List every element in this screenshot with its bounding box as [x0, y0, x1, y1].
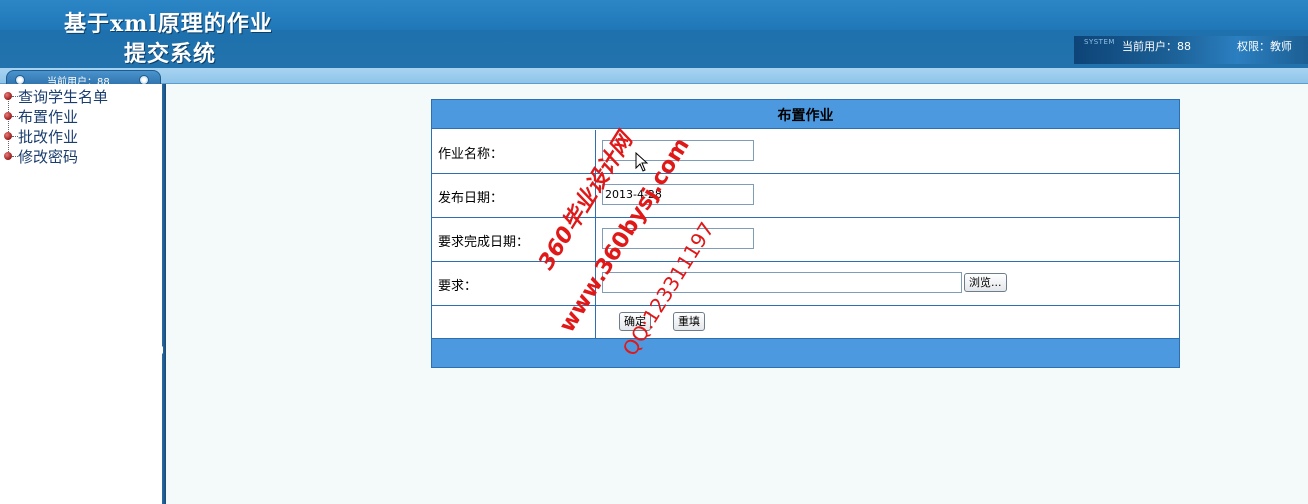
role-label: 权限：教师	[1237, 40, 1292, 53]
user-info-bar: SYSTEM 当前用户：88 权限：教师	[1074, 36, 1308, 64]
header-banner: 基于xml原理的作业 提交系统 SYSTEM 当前用户：88 权限：教师	[0, 0, 1308, 68]
form-header: 布置作业	[432, 100, 1179, 129]
sidebar-item-change-password[interactable]: 修改密码	[4, 146, 108, 166]
sub-bar	[0, 68, 1308, 84]
reset-button[interactable]: 重填	[673, 312, 705, 331]
form-title: 布置作业	[777, 108, 834, 124]
form-row-publish-date: 发布日期：	[432, 174, 1179, 218]
form-row-actions: 确定 重填	[432, 306, 1179, 339]
publish-date-input[interactable]	[602, 184, 754, 205]
form-row-requirements: 要求： 浏览...	[432, 262, 1179, 306]
bullet-icon	[4, 152, 12, 160]
sidebar-item-label[interactable]: 修改密码	[18, 146, 78, 167]
current-user-label: 当前用户：88	[1122, 40, 1191, 53]
mouse-cursor-icon	[635, 152, 649, 172]
field-label: 作业名称：	[438, 147, 504, 162]
field-label: 要求：	[438, 279, 478, 294]
sidebar-menu: 查询学生名单 布置作业 批改作业 修改密码	[4, 86, 108, 166]
field-label: 要求完成日期：	[438, 235, 530, 250]
field-label-cell: 作业名称：	[432, 130, 596, 173]
bullet-icon	[4, 92, 12, 100]
sidebar-item-label[interactable]: 布置作业	[18, 106, 78, 127]
sidebar-item-grade-homework[interactable]: 批改作业	[4, 126, 108, 146]
browse-button[interactable]: 浏览...	[964, 273, 1007, 292]
collapse-arrow-icon[interactable]	[159, 346, 163, 354]
system-tag: SYSTEM	[1084, 38, 1115, 46]
app-title-line2: 提交系统	[124, 41, 217, 67]
field-value-cell	[597, 174, 1179, 217]
bullet-icon	[4, 132, 12, 140]
form-row-name: 作业名称：	[432, 130, 1179, 174]
actions-cell: 确定 重填	[597, 306, 1179, 339]
sidebar-item-assign-homework[interactable]: 布置作业	[4, 106, 108, 126]
app-title-line1: 基于xml原理的作业	[64, 11, 273, 37]
sidebar-item-label[interactable]: 批改作业	[18, 126, 78, 147]
sidebar-splitter[interactable]	[159, 84, 166, 504]
sidebar-item-label[interactable]: 查询学生名单	[18, 86, 108, 107]
form-footer	[432, 339, 1179, 367]
field-label: 发布日期：	[438, 191, 504, 206]
sidebar-item-query-students[interactable]: 查询学生名单	[4, 86, 108, 106]
bullet-icon	[4, 112, 12, 120]
